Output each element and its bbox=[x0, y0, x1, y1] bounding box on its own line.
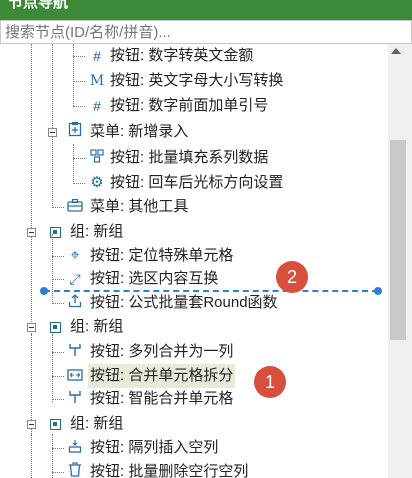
tree-node[interactable]: M 按钮: 英文字母大小写转换 bbox=[0, 69, 388, 93]
upload-icon bbox=[66, 291, 84, 315]
tree-node[interactable]: ⌖ 按钮: 定位特殊单元格 bbox=[0, 244, 388, 268]
tree-node[interactable]: ⚙ 按钮: 回车后光标方向设置 bbox=[0, 171, 388, 195]
gear-icon: ⚙ bbox=[90, 174, 104, 191]
tree-node-label: 组: 新组 bbox=[70, 318, 124, 335]
tree-node[interactable]: 按钮: 智能合并单元格 bbox=[0, 387, 388, 411]
menu-clipboard-icon bbox=[66, 120, 84, 144]
scrollbar-thumb[interactable] bbox=[390, 140, 406, 340]
split-cell-icon bbox=[66, 364, 84, 388]
tree-node[interactable]: 菜单: 新增录入 bbox=[0, 120, 388, 144]
tree-node-label: 按钮: 隔列插入空列 bbox=[90, 439, 219, 456]
tree-node[interactable]: 组: 新组 bbox=[0, 412, 388, 436]
drop-indicator-dot bbox=[374, 287, 382, 295]
tree-node-label: 按钮: 合并单元格拆分 bbox=[88, 364, 236, 388]
tree-node-label: 按钮: 回车后光标方向设置 bbox=[110, 174, 284, 191]
tree-node-label: 组: 新组 bbox=[70, 223, 124, 240]
tree-node-label: 按钮: 公式批量套Round函数 bbox=[90, 294, 278, 311]
tree-node[interactable]: 菜单: 其他工具 bbox=[0, 195, 388, 219]
tree-node[interactable]: 按钮: 批量删除空行空列 bbox=[0, 460, 388, 478]
swap-icon: ⤢ bbox=[69, 271, 81, 287]
tree-node-label: 按钮: 选区内容互换 bbox=[90, 270, 219, 287]
tree-node-label: 组: 新组 bbox=[70, 415, 124, 432]
letter-m-icon: M bbox=[89, 73, 105, 89]
tree-node-label: 菜单: 其他工具 bbox=[90, 198, 189, 215]
tree-node-label: 按钮: 批量删除空行空列 bbox=[90, 463, 249, 478]
tree-node[interactable]: ⤢ 按钮: 选区内容互换 bbox=[0, 267, 388, 291]
hash-icon: # bbox=[93, 48, 101, 64]
search-input[interactable] bbox=[0, 20, 412, 44]
tree-node[interactable]: 按钮: 多列合并为一列 bbox=[0, 340, 388, 364]
hash-icon: # bbox=[93, 98, 101, 114]
merge-cells-icon bbox=[66, 387, 84, 411]
grid-fill-icon bbox=[88, 146, 106, 170]
merge-columns-icon bbox=[66, 340, 84, 364]
tree-node-selected[interactable]: 按钮: 合并单元格拆分 bbox=[0, 364, 388, 388]
node-tree[interactable]: # 按钮: 数字转英文金额 M 按钮: 英文字母大小写转换 # 按钮: 数字前面… bbox=[0, 44, 388, 478]
collapse-toggle[interactable] bbox=[27, 420, 36, 429]
tree-node[interactable]: 按钮: 批量填充系列数据 bbox=[0, 146, 388, 170]
annotation-badge-1: 1 bbox=[254, 366, 286, 398]
annotation-badge-2: 2 bbox=[276, 261, 308, 293]
drop-indicator-line bbox=[44, 290, 378, 292]
tree-node-label: 按钮: 批量填充系列数据 bbox=[110, 149, 269, 166]
insert-column-icon bbox=[66, 436, 84, 460]
scroll-up-arrow-icon[interactable] bbox=[391, 48, 401, 54]
tree-node[interactable]: 按钮: 公式批量套Round函数 bbox=[0, 291, 388, 315]
trash-icon bbox=[66, 460, 84, 478]
tree-node[interactable]: 按钮: 隔列插入空列 bbox=[0, 436, 388, 460]
group-icon bbox=[50, 322, 61, 333]
group-icon bbox=[50, 419, 61, 430]
collapse-toggle[interactable] bbox=[27, 323, 36, 332]
collapse-toggle[interactable] bbox=[48, 128, 57, 137]
tree-node-label: 菜单: 新增录入 bbox=[90, 123, 189, 140]
locate-icon: ⌖ bbox=[70, 247, 80, 264]
tree-node-label: 按钮: 多列合并为一列 bbox=[90, 343, 234, 360]
tree-node[interactable]: 组: 新组 bbox=[0, 315, 388, 339]
collapse-toggle[interactable] bbox=[27, 228, 36, 237]
tree-node-label: 按钮: 智能合并单元格 bbox=[90, 390, 234, 407]
group-icon bbox=[50, 227, 61, 238]
tree-node-label: 按钮: 数字前面加单引号 bbox=[110, 97, 269, 114]
drop-indicator-dot bbox=[40, 287, 48, 295]
tree-node[interactable]: # 按钮: 数字前面加单引号 bbox=[0, 94, 388, 118]
tree-node-label: 按钮: 定位特殊单元格 bbox=[90, 247, 234, 264]
tree-node[interactable]: 组: 新组 bbox=[0, 220, 388, 244]
tree-node-label: 按钮: 英文字母大小写转换 bbox=[110, 72, 284, 89]
toolbox-icon bbox=[66, 195, 84, 219]
panel-header: 节点导航 bbox=[0, 0, 412, 20]
tree-node-label: 按钮: 数字转英文金额 bbox=[110, 47, 254, 64]
tree-node[interactable]: # 按钮: 数字转英文金额 bbox=[0, 44, 388, 68]
